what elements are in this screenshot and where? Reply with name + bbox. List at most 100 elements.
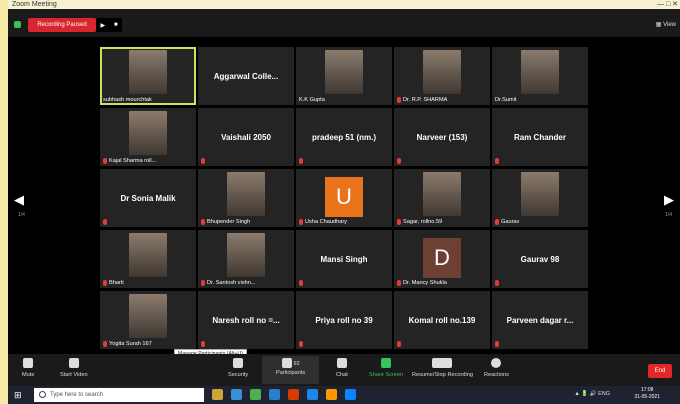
share-screen-button[interactable]: Share Screen [369,358,403,378]
shield-icon[interactable] [14,21,21,28]
participants-count: 92 [293,361,300,367]
participant-label: subhash mourchtak [103,97,152,103]
participant-display-name: Bhupender Singh [207,219,251,225]
window-controls[interactable]: — □ ✕ [657,0,678,9]
muted-mic-icon [397,341,401,347]
previous-page-arrow[interactable]: ◀ [14,192,24,208]
participant-tile[interactable]: Dr Sonia Malik [100,169,196,227]
reactions-icon [491,358,502,368]
participant-tile[interactable]: pradeep 51 (nm.) [296,108,392,166]
video-camera-icon [68,358,79,368]
view-label: View [663,22,676,28]
muted-mic-icon [103,341,107,347]
participant-tile[interactable]: Bhupender Singh [198,169,294,227]
participant-label: K.K Gupta [299,97,325,103]
muted-mic-icon [397,280,401,286]
participant-tile[interactable]: Ram Chander [492,108,588,166]
participant-tile[interactable]: Bharti [100,230,196,288]
participant-name: Ram Chander [513,132,566,142]
windows-taskbar: ⊞ Type here to search ▲ 🔋 🔊 ENG 17:08 31… [8,386,680,404]
resume-stop-recording-button[interactable]: Resume/Stop Recording [412,358,473,378]
taskbar-app-icon[interactable] [326,389,337,400]
muted-mic-icon [299,280,303,286]
resume-recording-icon[interactable]: ▶ [100,22,105,29]
participant-tile[interactable]: Komal roll no.139 [394,291,490,349]
participant-tile[interactable]: Dr. R.P. SHARMA [394,47,490,105]
participant-tile[interactable]: D Dr. Mancy Shukla [394,230,490,288]
participant-display-name: Bharti [109,280,124,286]
recording-controls: ▶ ■ [96,18,122,32]
participant-name: Vaishali 2050 [221,132,271,142]
security-button[interactable]: Security [228,358,248,378]
share-screen-icon [381,358,392,368]
participant-name: pradeep 51 (nm.) [311,132,376,142]
participant-label: Bhupender Singh [201,219,250,225]
taskbar-app-icon[interactable] [212,389,223,400]
participant-name: Mansi Singh [320,254,368,264]
meeting-topbar: Recording Paused ▶ ■ ▦ View [8,9,680,37]
taskbar-app-icon[interactable] [250,389,261,400]
participant-tile[interactable]: Sagar, rollno.59 [394,169,490,227]
participant-label: Gaurav [495,219,519,225]
reactions-label: Reactions [484,372,509,378]
participant-label [299,158,303,164]
mute-button[interactable]: Mute [22,358,34,378]
windows-start-icon[interactable]: ⊞ [14,390,24,400]
taskbar-app-icon[interactable] [307,389,318,400]
participant-display-name: Kajal Sharma roll... [109,158,157,164]
participant-tile[interactable]: Gaurav 98 [492,230,588,288]
chat-button[interactable]: Chat [336,358,348,378]
participants-button[interactable]: 92 Participants [262,356,320,384]
end-meeting-button[interactable]: End [648,364,672,378]
resume-recording-label: Resume/Stop Recording [412,372,473,378]
reactions-button[interactable]: Reactions [484,358,509,378]
participant-tile[interactable]: Dr.Sumit [492,47,588,105]
participant-label: Bharti [103,280,124,286]
participant-photo [129,111,167,155]
participant-tile[interactable]: Mansi Singh [296,230,392,288]
taskbar-app-icon[interactable] [288,389,299,400]
muted-mic-icon [201,219,205,225]
recording-paused-indicator: Recording Paused [28,18,96,32]
muted-mic-icon [495,341,499,347]
participant-tile[interactable]: K.K Gupta [296,47,392,105]
share-screen-label: Share Screen [369,372,404,378]
participant-tile[interactable]: Dr. Santosh vishn... [198,230,294,288]
participant-tile[interactable]: U Usha Chaudhary [296,169,392,227]
participant-tile[interactable]: Kajal Sharma roll... [100,108,196,166]
participant-name: Naresh roll no =... [212,315,280,325]
stop-recording-icon[interactable]: ■ [114,22,118,28]
participant-tile[interactable]: Naresh roll no =... [198,291,294,349]
participant-avatar-letter: U [325,177,363,217]
page-indicator-left: 1/4 [18,212,25,218]
participant-label: Dr. Mancy Shukla [397,280,447,286]
participant-photo [325,50,363,94]
participant-photo [129,233,167,277]
taskbar-app-icon[interactable] [269,389,280,400]
participant-label: Sagar, rollno.59 [397,219,442,225]
chat-label: Chat [336,372,348,378]
participant-tile[interactable]: Vaishali 2050 [198,108,294,166]
system-tray[interactable]: ▲ 🔋 🔊 ENG [574,391,610,397]
window-titlebar: Zoom Meeting — □ ✕ [8,0,680,9]
participant-tile[interactable]: Yogita Surah 167 [100,291,196,349]
participant-tile[interactable]: Priya roll no 39 [296,291,392,349]
participant-photo [521,50,559,94]
muted-mic-icon [299,158,303,164]
participant-tile[interactable]: subhash mourchtak [100,47,196,105]
muted-mic-icon [201,280,205,286]
participant-tile[interactable]: Aggarwal Colle... [198,47,294,105]
participant-tile[interactable]: Gaurav [492,169,588,227]
participant-name: Dr Sonia Malik [120,193,176,203]
participant-label [495,280,499,286]
view-button[interactable]: ▦ View [656,21,676,28]
taskbar-clock[interactable]: 17:08 31-05-2021 [634,387,660,401]
start-video-button[interactable]: Start Video [60,358,88,378]
muted-mic-icon [495,158,499,164]
taskbar-app-icon[interactable] [345,389,356,400]
participant-tile[interactable]: Parveen dagar r... [492,291,588,349]
taskbar-app-icon[interactable] [231,389,242,400]
taskbar-search-box[interactable]: Type here to search [34,388,204,402]
next-page-arrow[interactable]: ▶ [664,192,674,208]
participant-tile[interactable]: Narveer (153) [394,108,490,166]
